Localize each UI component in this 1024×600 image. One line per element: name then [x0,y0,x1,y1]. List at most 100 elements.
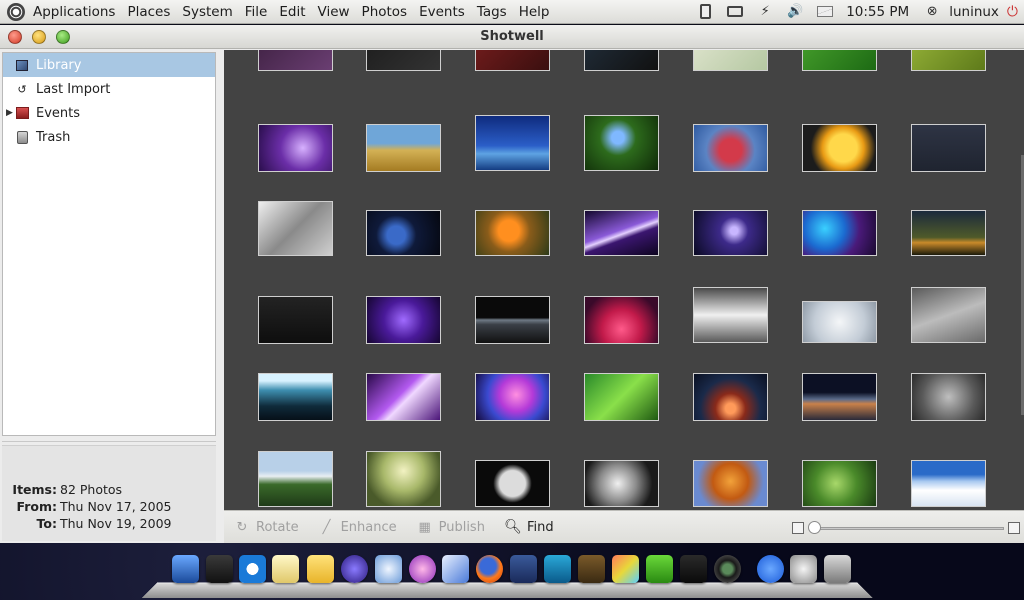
network-icon[interactable] [375,555,402,583]
photo-thumbnail[interactable] [366,373,441,421]
photo-thumbnail[interactable] [693,210,768,256]
user-status-icon[interactable]: ⊗ [922,3,942,21]
power-icon[interactable]: ⏻ [1007,4,1018,20]
terminal-icon[interactable] [206,555,233,583]
menu-applications[interactable]: Applications [27,4,121,20]
menu-file[interactable]: File [239,4,274,20]
photo-thumbnail[interactable] [911,287,986,343]
photo-thumbnail[interactable] [802,210,877,256]
photo-thumbnail[interactable] [802,460,877,507]
user-name[interactable]: luninux [949,4,999,20]
publish-button[interactable]: ▦ Publish [417,519,485,535]
photo-thumbnail[interactable] [475,50,550,71]
mail-icon[interactable] [815,3,835,21]
sidebar-item-events[interactable]: ▶ Events [3,101,215,125]
volume-icon[interactable]: 🔊 [785,3,805,21]
menu-photos[interactable]: Photos [356,4,414,20]
ubuntu-logo-icon[interactable] [7,2,25,21]
zoom-in-icon[interactable] [1008,522,1020,534]
photo-thumbnail[interactable] [366,451,441,507]
photo-thumbnail[interactable] [258,451,333,507]
menu-tags[interactable]: Tags [471,4,513,20]
menu-view[interactable]: View [312,4,356,20]
battery-icon[interactable] [725,3,745,21]
system-monitor-icon[interactable] [680,555,707,583]
zoom-slider[interactable] [814,527,1004,530]
photo-thumbnail[interactable] [258,50,333,71]
help-icon[interactable] [757,555,784,583]
zoom-slider-handle[interactable] [808,521,821,534]
photo-thumbnail[interactable] [584,296,659,344]
photo-thumbnail[interactable] [366,50,441,71]
photo-thumbnail[interactable] [366,296,441,344]
browser-b-icon[interactable] [239,555,266,583]
calculator-icon[interactable] [646,555,673,583]
photo-thumbnail[interactable] [911,50,986,71]
photo-thumbnail[interactable] [475,115,550,171]
photo-thumbnail[interactable] [911,373,986,421]
menu-help[interactable]: Help [513,4,556,20]
photo-thumbnail[interactable] [475,373,550,421]
menu-system[interactable]: System [176,4,238,20]
title-bar[interactable]: Shotwell [0,25,1024,49]
notes-icon[interactable] [307,555,334,583]
photo-thumbnail[interactable] [584,210,659,256]
photo-thumbnail[interactable] [258,373,333,421]
photo-thumbnail[interactable] [693,373,768,421]
photo-thumbnail[interactable] [911,210,986,256]
enhance-button[interactable]: ╱ Enhance [319,519,397,535]
photo-thumbnail[interactable] [693,287,768,343]
drawing-icon[interactable] [442,555,469,583]
photo-thumbnail[interactable] [475,296,550,344]
presentation-icon[interactable] [544,555,571,583]
film-icon[interactable] [578,555,605,583]
photo-thumbnail[interactable] [258,296,333,344]
disc-icon[interactable] [341,555,368,583]
photo-thumbnail[interactable] [802,373,877,421]
photo-thumbnail[interactable] [475,460,550,507]
photos-icon[interactable] [612,555,639,583]
menu-places[interactable]: Places [121,4,176,20]
photo-thumbnail[interactable] [366,124,441,172]
chat-icon[interactable] [510,555,537,583]
photo-thumbnail[interactable] [693,124,768,172]
firefox-icon[interactable] [476,555,503,583]
photo-thumbnail[interactable] [475,210,550,256]
photo-thumbnail[interactable] [584,50,659,71]
media-player-icon[interactable] [409,555,436,583]
photo-thumbnail[interactable] [584,115,659,171]
sidebar: Library ↺ Last Import ▶ Events Trash Ite… [0,50,220,543]
photo-thumbnail[interactable] [584,373,659,421]
rotate-button[interactable]: ↻ Rotate [234,519,299,535]
zoom-out-icon[interactable] [792,522,804,534]
trash-icon[interactable] [824,555,851,583]
settings-icon[interactable] [790,555,817,583]
photo-thumbnail[interactable] [366,210,441,256]
camera-icon[interactable] [714,555,741,583]
photo-thumbnail[interactable] [802,50,877,71]
clipboard-icon[interactable] [695,3,715,21]
clock[interactable]: 10:55 PM [846,4,909,20]
photo-thumbnail[interactable] [693,460,768,507]
photo-thumbnail[interactable] [693,50,768,71]
photo-thumbnail[interactable] [802,124,877,172]
photo-thumbnail[interactable] [258,201,333,256]
menu-events[interactable]: Events [413,4,471,20]
sidebar-item-library[interactable]: Library [3,53,215,77]
library-info-panel: Items: 82 Photos From: Thu Nov 17, 2005 … [2,445,216,541]
sidebar-item-trash[interactable]: Trash [3,125,215,149]
find-button[interactable]: 🔍︎ Find [504,519,554,535]
photo-thumbnail[interactable] [911,124,986,172]
photo-thumbnail[interactable] [911,460,986,507]
photo-thumbnail[interactable] [584,460,659,507]
photo-grid[interactable] [224,50,1024,510]
network-disconnected-icon[interactable]: ⚡ [755,3,775,21]
photo-thumbnail[interactable] [258,124,333,172]
menu-edit[interactable]: Edit [273,4,311,20]
photo-thumbnail[interactable] [802,301,877,343]
pane-separator[interactable] [2,441,216,442]
computer-icon[interactable] [172,555,199,583]
expander-arrow-icon[interactable]: ▶ [6,108,13,118]
text-editor-icon[interactable] [272,555,299,583]
sidebar-item-last-import[interactable]: ↺ Last Import [3,77,215,101]
